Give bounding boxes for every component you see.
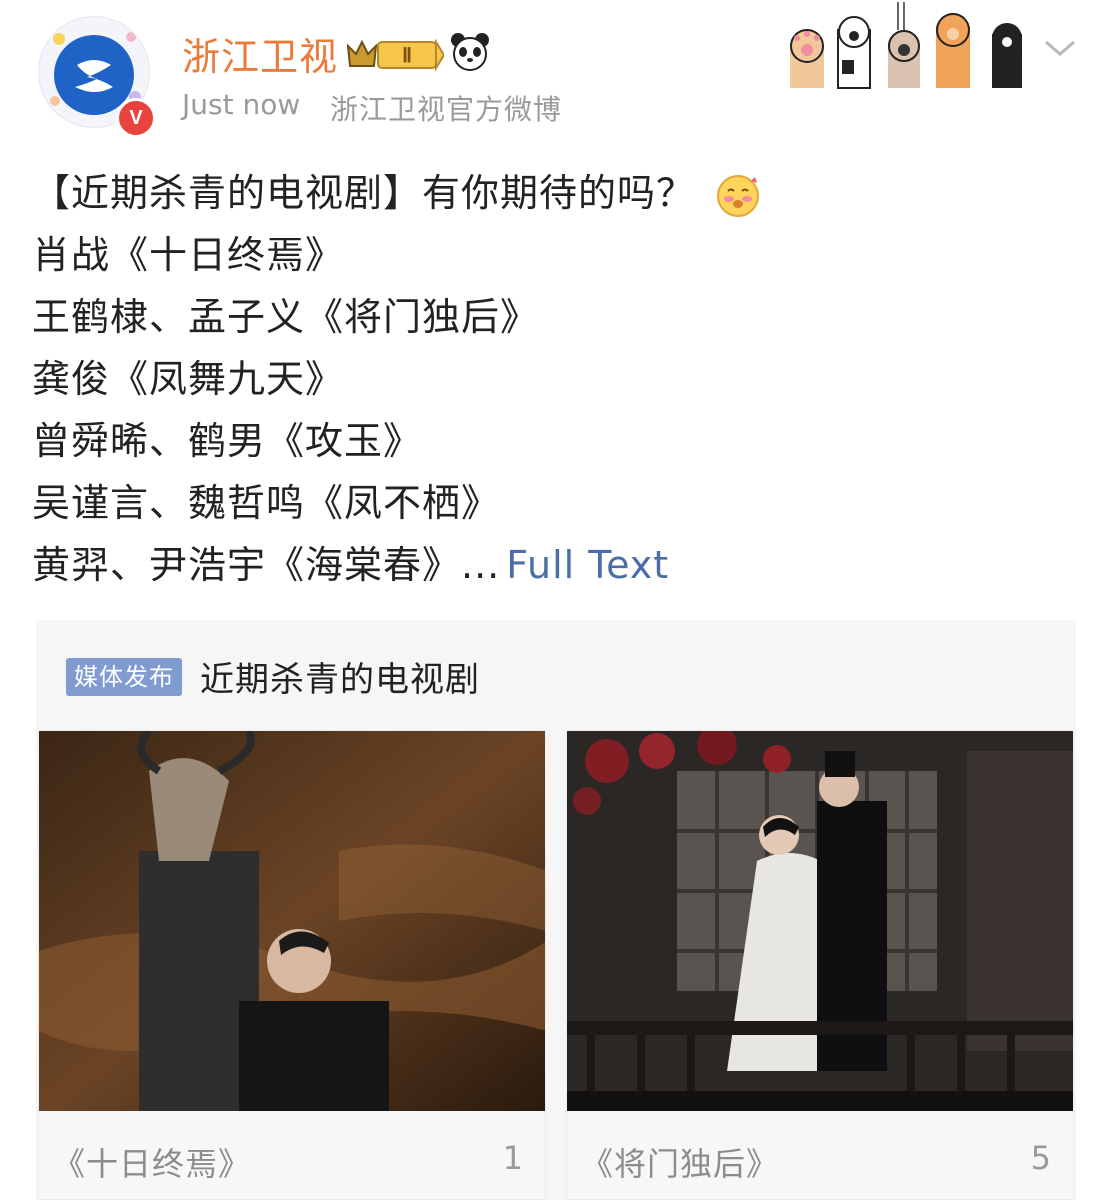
crown-badge-icon[interactable]: Ⅱ [344,36,444,72]
post-text-line: 曾舜晞、鹤男《攻玉》 [32,419,423,463]
author-name[interactable]: 浙江卫视 [182,26,338,81]
post-text-line: 王鹤棣、孟子义《将门独后》 [32,295,540,339]
full-text-link[interactable]: Full Text [506,543,669,587]
tile-caption: 《将门独后》 [581,1145,780,1183]
post-text-line: 肖战《十日终焉》 [32,233,345,277]
post-text-line: 吴谨言、魏哲鸣《凤不栖》 [32,481,501,525]
tile-count: 1 [502,1139,523,1177]
blushing-face-emoji [717,174,760,217]
card-title[interactable]: 近期杀青的电视剧 [200,652,480,701]
post-source[interactable]: 浙江卫视官方微博 [330,88,562,128]
tile-count: 5 [1030,1139,1051,1177]
tile-caption: 《十日终焉》 [53,1145,252,1183]
svg-text:Ⅱ: Ⅱ [402,45,412,67]
avatar[interactable]: V [30,8,156,138]
verified-v-icon: V [116,98,156,138]
cat-paws-decoration [790,2,1022,89]
post-time: Just now [182,88,301,121]
post-text-line: 黄羿、尹浩宇《海棠春》... Full Text [32,543,670,587]
media-card[interactable]: 媒体发布 近期杀青的电视剧 《十日终焉》 1 《将门独后》 5 [36,620,1076,1200]
media-tile[interactable]: 《十日终焉》 1 [38,730,546,1200]
post-text-line: 龚俊《凤舞九天》 [32,357,345,401]
panda-icon [451,33,489,71]
post-text-line: 【近期杀青的电视剧】有你期待的吗？ [32,162,761,219]
media-tile[interactable]: 《将门独后》 5 [566,730,1074,1200]
chevron-down-icon[interactable] [1040,32,1080,62]
media-release-tag: 媒体发布 [66,658,182,696]
drama-poster-image [39,731,545,1111]
drama-poster-image [567,731,1073,1111]
